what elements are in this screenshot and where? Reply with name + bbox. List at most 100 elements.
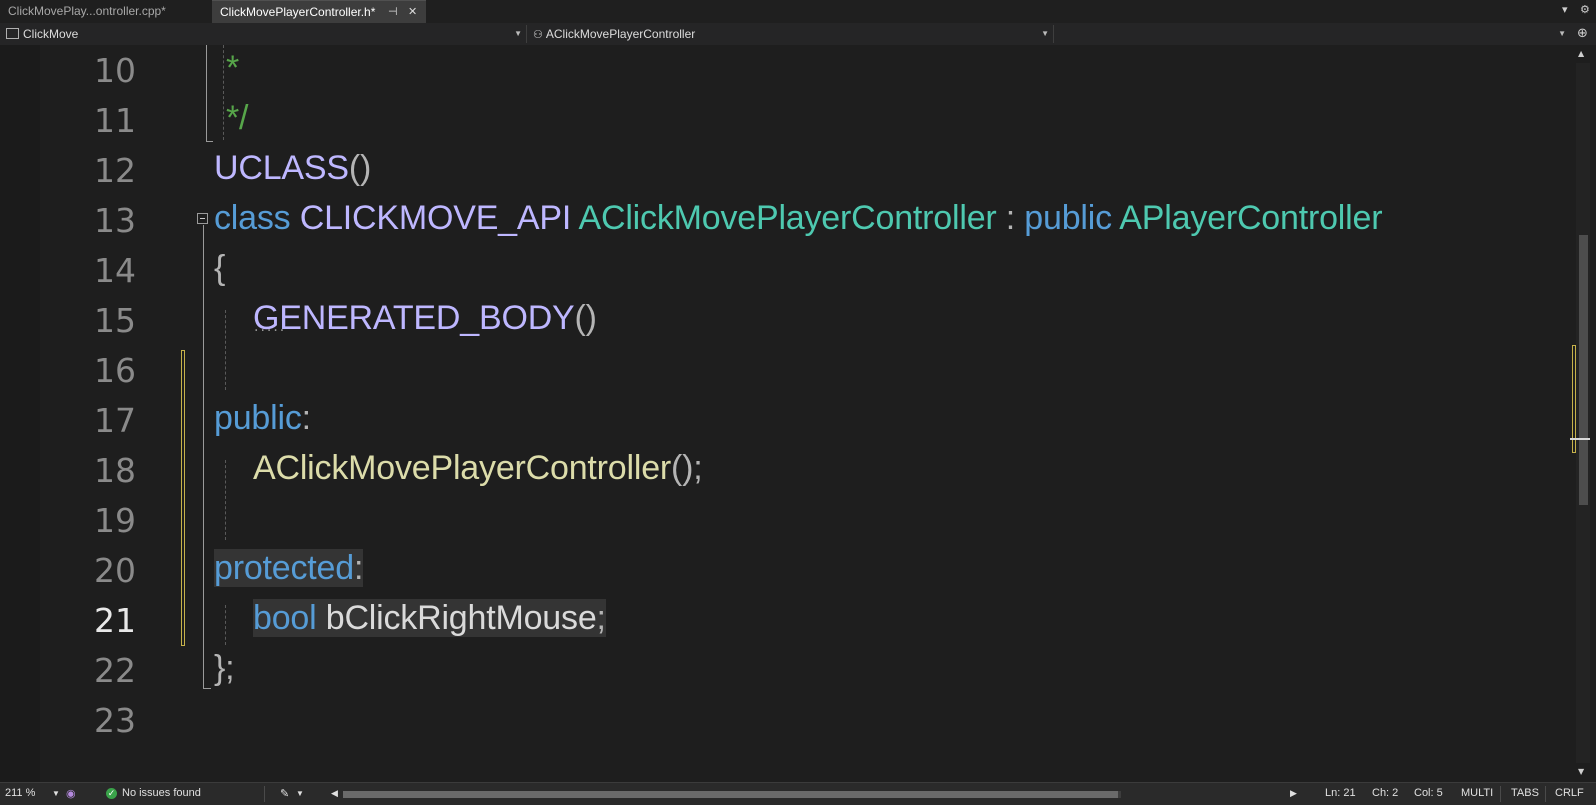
scope-dropdown[interactable]: ⚇ AClickMovePlayerController ▼ <box>527 23 1053 45</box>
zoom-dropdown-icon[interactable]: ▼ <box>52 789 60 798</box>
line-number: 10 <box>94 51 136 90</box>
line-number: 20 <box>94 551 136 590</box>
tab-clickmoveplayercontroller-cpp[interactable]: ClickMovePlay...ontroller.cpp* <box>0 0 212 23</box>
check-circle-icon: ✓ <box>106 788 117 799</box>
tab-label: ClickMovePlay...ontroller.cpp* <box>8 4 166 18</box>
keyword-token: bool <box>253 599 317 637</box>
pin-icon[interactable]: ⊣ <box>388 1 398 24</box>
chevron-down-icon: ▼ <box>1041 29 1049 38</box>
code-line[interactable]: 22 }; <box>0 645 1570 695</box>
code-line-current[interactable]: 21 bool bClickRightMouse; <box>0 595 1570 645</box>
line-number: 19 <box>94 501 136 540</box>
member-dropdown[interactable]: ▼ <box>1054 23 1570 45</box>
code-line[interactable]: 20 protected: <box>0 545 1570 595</box>
line-number: 14 <box>94 251 136 290</box>
identifier-token: bClickRightMouse <box>325 599 597 637</box>
punct-token: : <box>996 199 1025 237</box>
code-line[interactable]: 13 class CLICKMOVE_API AClickMovePlayerC… <box>0 195 1570 245</box>
project-dropdown[interactable]: ClickMove ▼ <box>0 23 526 45</box>
issues-status[interactable]: No issues found <box>122 787 201 799</box>
code-line[interactable]: 11 */ <box>0 95 1570 145</box>
punct-token: : <box>301 399 311 437</box>
punct-token: () <box>574 299 597 337</box>
scroll-right-icon[interactable]: ▶ <box>1290 788 1297 799</box>
code-line[interactable]: 15 GENERATED_BODY() ····· <box>0 295 1570 345</box>
code-editor[interactable]: 10 * 11 */ 12 UCLASS() 13 class CLICKMOV… <box>0 45 1596 782</box>
keyword-token: protected <box>214 549 354 587</box>
scroll-thumb[interactable] <box>1579 235 1588 505</box>
suggestion-dots: ····· <box>254 323 287 339</box>
code-line[interactable]: 17 public: <box>0 395 1570 445</box>
macro-token: GENERATED_BODY <box>253 299 575 337</box>
class-icon: ⚇ <box>533 29 543 41</box>
line-number: 11 <box>94 101 136 140</box>
comment-token: * <box>226 49 240 87</box>
tab-label: ClickMovePlayerController.h* <box>220 5 376 19</box>
status-divider <box>1500 786 1501 802</box>
line-number: 15 <box>94 301 136 340</box>
code-line[interactable]: 18 AClickMovePlayerController(); <box>0 445 1570 495</box>
code-line[interactable]: 12 UCLASS() <box>0 145 1570 195</box>
zoom-level[interactable]: 211 % <box>5 787 35 799</box>
code-text: class CLICKMOVE_API AClickMovePlayerCont… <box>214 199 1383 238</box>
macro-token: CLICKMOVE_API <box>299 199 572 237</box>
whitespace-mode[interactable]: TABS <box>1511 787 1539 799</box>
scroll-up-icon[interactable]: ▲ <box>1578 49 1584 58</box>
code-line[interactable]: 14 { <box>0 245 1570 295</box>
change-marker <box>1572 345 1576 453</box>
project-name: ClickMove <box>23 27 79 41</box>
line-number: 23 <box>94 701 136 740</box>
copilot-icon[interactable]: ◉ <box>66 787 76 800</box>
editor-status-bar: 211 % ▼ ◉ ✓ No issues found ✎ ▼ ◀ ▶ Ln: … <box>0 782 1596 805</box>
code-line[interactable]: 19 <box>0 495 1570 545</box>
scroll-left-icon[interactable]: ◀ <box>331 788 338 799</box>
status-divider <box>264 786 265 802</box>
code-text: AClickMovePlayerController(); <box>253 449 703 488</box>
keyword-token: class <box>214 199 291 237</box>
selection-mode[interactable]: MULTI <box>1461 787 1493 799</box>
line-number: 18 <box>94 451 136 490</box>
tab-clickmoveplayercontroller-h[interactable]: ClickMovePlayerController.h* ⊣ ✕ <box>212 0 426 23</box>
type-token: APlayerController <box>1119 199 1383 237</box>
line-number: 22 <box>94 651 136 690</box>
code-text: GENERATED_BODY() <box>253 299 597 338</box>
project-icon <box>6 28 19 40</box>
line-number: 17 <box>94 401 136 440</box>
line-indicator[interactable]: Ln: 21 <box>1325 787 1356 799</box>
char-indicator[interactable]: Ch: 2 <box>1372 787 1398 799</box>
punct-token: }; <box>214 649 235 687</box>
tab-list-dropdown-icon[interactable]: ▾ <box>1562 3 1568 16</box>
keyword-token: public <box>214 399 302 437</box>
code-line[interactable]: 23 <box>0 695 1570 745</box>
punct-token: { <box>214 249 226 287</box>
cleanup-dropdown-icon[interactable]: ▼ <box>296 789 304 798</box>
code-line[interactable]: 10 * <box>0 45 1570 95</box>
caret-position-marker <box>1570 438 1590 440</box>
status-divider <box>1545 786 1546 802</box>
macro-token: UCLASS <box>214 149 349 187</box>
navigation-bar: ClickMove ▼ ⚇ AClickMovePlayerController … <box>0 23 1596 46</box>
split-window-icon[interactable]: ⊕ <box>1577 26 1588 41</box>
column-indicator[interactable]: Col: 5 <box>1414 787 1443 799</box>
line-number: 21 <box>94 601 136 640</box>
scroll-down-icon[interactable]: ▼ <box>1578 767 1584 776</box>
code-text: bool bClickRightMouse; <box>253 599 606 638</box>
scope-name: AClickMovePlayerController <box>545 27 696 41</box>
chevron-down-icon: ▼ <box>514 29 522 38</box>
horizontal-scroll-thumb[interactable] <box>343 791 1118 798</box>
code-text: public: <box>214 399 311 438</box>
chevron-down-icon: ▼ <box>1558 29 1566 38</box>
punct-token: : <box>353 549 364 587</box>
keyword-token: public <box>1024 199 1112 237</box>
code-cleanup-icon[interactable]: ✎ <box>280 787 289 800</box>
line-number: 16 <box>94 351 136 390</box>
code-text: protected: <box>214 549 363 588</box>
line-ending[interactable]: CRLF <box>1555 787 1584 799</box>
code-line[interactable]: 16 <box>0 345 1570 395</box>
gear-icon[interactable]: ⚙ <box>1580 3 1590 16</box>
code-text: UCLASS() <box>214 149 371 188</box>
type-token: AClickMovePlayerController <box>578 199 997 237</box>
close-icon[interactable]: ✕ <box>408 1 417 24</box>
vertical-scrollbar[interactable]: ▲ ▼ <box>1570 45 1596 782</box>
punct-token: ; <box>596 599 606 637</box>
